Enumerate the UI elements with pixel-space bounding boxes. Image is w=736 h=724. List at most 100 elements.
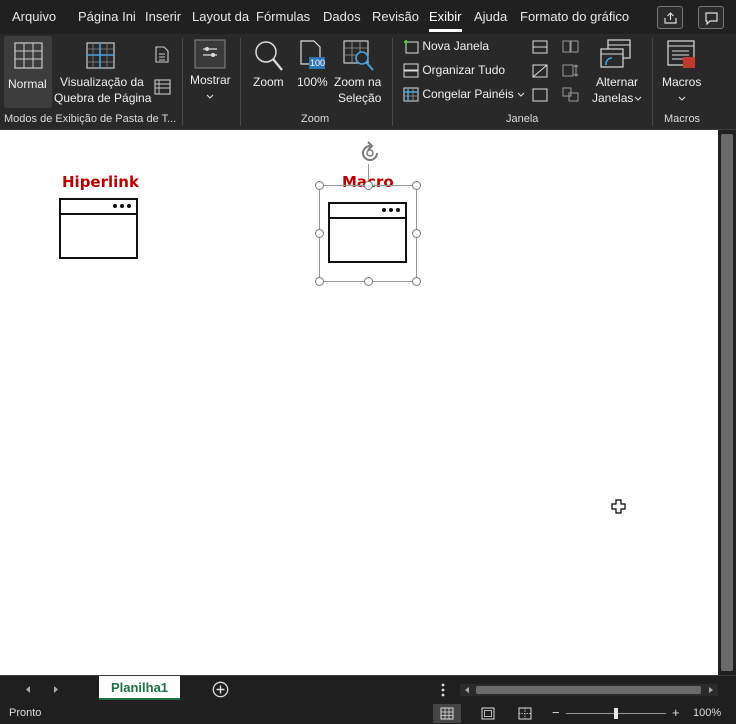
hide-window-icon[interactable] [532, 64, 548, 78]
rotate-handle-line [368, 164, 369, 180]
zoom-out-icon[interactable]: − [552, 705, 560, 720]
hiperlink-browser-shape[interactable] [59, 198, 138, 259]
chevron-down-icon [634, 96, 642, 101]
tab-inserir[interactable]: Inserir [145, 9, 181, 24]
zoom-percentage[interactable]: 100% [693, 707, 721, 719]
tab-dados[interactable]: Dados [323, 9, 361, 24]
normal-view-button[interactable]: Normal [4, 36, 52, 108]
horizontal-scrollbar[interactable] [460, 684, 718, 696]
dot-icon [113, 204, 117, 208]
freeze-panes-label: Congelar Painéis [422, 87, 514, 101]
dot-icon [127, 204, 131, 208]
tab-revisao[interactable]: Revisão [372, 9, 419, 24]
page-layout-icon[interactable] [155, 46, 169, 63]
scroll-tabs-right-icon[interactable] [52, 685, 60, 694]
resize-handle-bottom-right[interactable] [412, 277, 421, 286]
tab-formato-grafico[interactable]: Formato do gráfico [520, 9, 629, 24]
switch-windows-icon [600, 39, 631, 68]
view-side-by-side-icon[interactable] [562, 39, 579, 54]
normal-view-icon [14, 42, 43, 69]
arrange-all-label: Organizar Tudo [422, 63, 506, 77]
resize-handle-top-left[interactable] [315, 181, 324, 190]
synchronous-scrolling-icon[interactable] [562, 63, 579, 78]
chevron-down-icon [517, 92, 525, 98]
more-options-icon[interactable] [441, 683, 445, 697]
unhide-window-icon[interactable] [532, 88, 548, 102]
page-break-icon [518, 707, 532, 720]
freeze-panes-button[interactable]: Congelar Painéis [403, 87, 525, 102]
zoom-magnifier-icon [255, 41, 283, 71]
resize-handle-left[interactable] [315, 229, 324, 238]
new-window-button[interactable]: Nova Janela [403, 39, 489, 54]
comments-button[interactable] [698, 6, 724, 29]
ribbon-separator [652, 38, 653, 126]
cell-cursor-icon [611, 499, 626, 514]
ribbon: Normal Visualização da Quebra de Página … [0, 34, 736, 130]
ribbon-separator [182, 38, 183, 126]
zoom-selection-label-1: Zoom na [334, 75, 382, 89]
normal-view-label: Normal [8, 77, 47, 91]
zoom-selection-label-2: Seleção [338, 91, 382, 105]
scroll-left-arrow-icon[interactable] [464, 686, 470, 694]
switch-windows-label-2: Janelas [592, 91, 634, 105]
ribbon-separator [392, 38, 393, 126]
tab-arquivo[interactable]: Arquivo [12, 9, 56, 24]
switch-windows-button[interactable]: Alternar Janelas [588, 36, 646, 108]
switch-windows-label-1: Alternar [596, 75, 639, 89]
arrange-all-icon [403, 63, 419, 78]
page-break-status-button[interactable] [511, 704, 539, 723]
scroll-tabs-left-icon[interactable] [24, 685, 32, 694]
horizontal-scroll-thumb[interactable] [476, 686, 701, 694]
menu-tab-bar: Arquivo Página Ini Inserir Layout da Fór… [0, 0, 736, 34]
macros-group-label: Macros [664, 113, 701, 125]
vertical-scrollbar[interactable] [718, 130, 736, 675]
zoom-group-label: Zoom [301, 113, 330, 125]
resize-handle-bottom[interactable] [364, 277, 373, 286]
page-break-icon [86, 42, 115, 69]
tab-exibir[interactable]: Exibir [429, 9, 462, 32]
hiperlink-shape-label[interactable]: Hiperlink [62, 173, 139, 191]
normal-view-status-button[interactable] [433, 704, 461, 723]
resize-handle-top-right[interactable] [412, 181, 421, 190]
dot-icon [120, 204, 124, 208]
show-button[interactable]: Mostrar [186, 36, 236, 108]
page-layout-status-button[interactable] [474, 704, 502, 723]
resize-handle-bottom-left[interactable] [315, 277, 324, 286]
chevron-down-icon [678, 96, 686, 101]
arrange-all-button[interactable]: Organizar Tudo [403, 63, 505, 78]
zoom-100-label: 100% [297, 75, 328, 89]
share-icon [664, 12, 677, 24]
zoom-selection-button[interactable]: Zoom na Seleção [333, 36, 385, 108]
resize-handle-top[interactable] [364, 181, 373, 190]
ribbon-separator [240, 38, 241, 126]
zoom-label: Zoom [253, 75, 284, 89]
tab-ajuda[interactable]: Ajuda [474, 9, 507, 24]
worksheet-area[interactable]: Hiperlink Macro [0, 130, 718, 675]
split-icon[interactable] [532, 40, 548, 54]
page-break-label-2: Quebra de Página [54, 91, 152, 105]
sheet-tab-planilha1[interactable]: Planilha1 [99, 676, 180, 700]
share-button[interactable] [657, 6, 683, 29]
rotate-handle-icon[interactable] [357, 140, 383, 166]
vertical-scroll-thumb[interactable] [721, 134, 733, 671]
scroll-right-arrow-icon[interactable] [708, 686, 714, 694]
macros-icon [667, 40, 695, 68]
macros-label: Macros [662, 75, 702, 89]
zoom-100-button[interactable]: 100 100% [294, 36, 330, 108]
zoom-slider-thumb[interactable] [614, 708, 618, 719]
zoom-in-icon[interactable]: + [672, 705, 680, 720]
reset-window-position-icon[interactable] [562, 87, 579, 102]
status-text: Pronto [9, 707, 42, 719]
window-group-label: Janela [506, 113, 539, 125]
page-break-preview-button[interactable]: Visualização da Quebra de Página [54, 36, 152, 108]
macros-button[interactable]: Macros [656, 36, 708, 108]
custom-views-icon[interactable] [154, 79, 171, 95]
zoom-button[interactable]: Zoom [248, 36, 290, 108]
add-sheet-icon[interactable] [212, 681, 229, 698]
tab-pagina-inicial[interactable]: Página Ini [78, 9, 136, 24]
tab-layout[interactable]: Layout da [192, 9, 249, 24]
new-window-icon [404, 40, 419, 54]
tab-formulas[interactable]: Fórmulas [256, 9, 310, 24]
browser-title-bar [61, 200, 136, 215]
resize-handle-right[interactable] [412, 229, 421, 238]
